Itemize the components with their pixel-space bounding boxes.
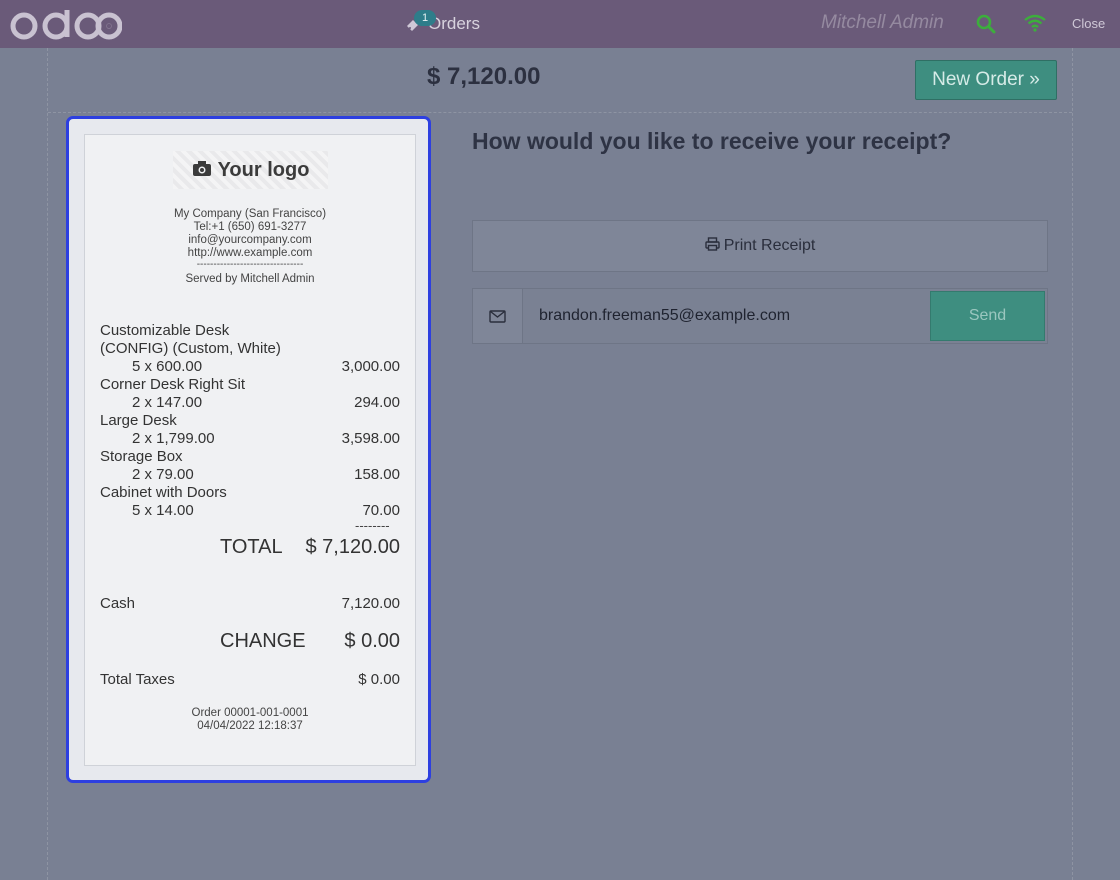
line-qty-price: 2 x 79.00: [132, 466, 194, 483]
company-name: My Company (San Francisco): [173, 208, 327, 220]
total-taxes: Total Taxes $ 0.00: [100, 671, 400, 688]
line-qty-price: 2 x 1,799.00: [132, 430, 215, 447]
line-qty-price: 2 x 147.00: [132, 394, 203, 411]
line-product-name: Cabinet with Doors: [100, 484, 227, 501]
print-icon: [705, 236, 724, 256]
total-label: TOTAL: [220, 536, 283, 558]
order-line: Customizable Desk (CONFIG) (Custom, Whit…: [100, 322, 400, 376]
order-info: Order 00001-001-0001 04/04/2022 12:18:37: [85, 707, 415, 733]
send-button[interactable]: Send: [930, 291, 1045, 341]
odoo-logo: [10, 4, 123, 49]
order-line: Large Desk 2 x 1,799.00 3,598.00: [100, 412, 400, 448]
email-receipt-group: Send: [472, 288, 1048, 344]
payment-amount: 7,120.00: [341, 595, 400, 612]
line-product-name: Storage Box: [100, 448, 183, 465]
line-product-name: Customizable Desk: [100, 322, 230, 339]
print-receipt-label: Print Receipt: [723, 237, 816, 254]
line-product-name: Large Desk: [100, 412, 177, 429]
wifi-icon[interactable]: [1023, 14, 1047, 37]
company-logo-placeholder: Your logo: [173, 151, 328, 189]
order-line: Storage Box 2 x 79.00 158.00: [100, 448, 400, 484]
order-line: Corner Desk Right Sit 2 x 147.00 294.00: [100, 376, 400, 412]
line-qty-price: 5 x 600.00: [132, 358, 203, 375]
orders-count-badge: 1: [414, 10, 436, 26]
cashier-name[interactable]: Mitchell Admin: [821, 12, 944, 34]
taxes-label: Total Taxes: [100, 671, 175, 688]
line-product-name: Corner Desk Right Sit: [100, 376, 246, 393]
order-total: $ 7,120.00: [427, 63, 541, 90]
line-amount: 3,000.00: [341, 358, 400, 375]
order-lines: Customizable Desk (CONFIG) (Custom, Whit…: [100, 322, 400, 520]
line-amount: 158.00: [354, 466, 400, 483]
total-separator: --------: [355, 518, 390, 533]
payment-method: Cash: [100, 595, 136, 612]
receipt-question: How would you like to receive your recei…: [472, 128, 952, 154]
receipt-screen-header: $ 7,120.00 New Order »: [48, 48, 1072, 113]
order-line: Cabinet with Doors 5 x 14.00 70.00: [100, 484, 400, 520]
line-product-variant: (CONFIG) (Custom, White): [100, 340, 281, 357]
receipt-total: TOTAL $ 7,120.00: [100, 536, 400, 562]
search-icon[interactable]: [976, 14, 996, 39]
company-email: info@yourcompany.com: [188, 234, 312, 246]
change-label: CHANGE: [220, 630, 306, 652]
line-amount: 294.00: [354, 394, 400, 411]
camera-icon: [192, 159, 212, 182]
payment-line: Cash 7,120.00: [100, 595, 400, 612]
logo-placeholder-text: Your logo: [217, 158, 310, 181]
top-navbar: Orders 1 Mitchell Admin Close: [0, 0, 1120, 48]
company-info: My Company (San Francisco) Tel:+1 (650) …: [85, 208, 415, 286]
taxes-value: $ 0.00: [358, 671, 400, 688]
pos-receipt: Your logo My Company (San Francisco) Tel…: [84, 134, 416, 766]
new-order-button[interactable]: New Order »: [915, 60, 1057, 100]
order-datetime: 04/04/2022 12:18:37: [197, 720, 303, 732]
order-reference: Order 00001-001-0001: [191, 707, 309, 719]
change-value: $ 0.00: [344, 630, 400, 652]
company-website: http://www.example.com: [187, 247, 313, 259]
served-by: Served by Mitchell Admin: [185, 273, 315, 285]
company-separator: --------------------------------: [196, 260, 304, 270]
total-value: $ 7,120.00: [305, 536, 400, 558]
company-phone: Tel:+1 (650) 691-3277: [193, 221, 307, 233]
close-button[interactable]: Close: [1072, 16, 1105, 31]
receipt-change: CHANGE $ 0.00: [100, 630, 400, 656]
receipt-container: Your logo My Company (San Francisco) Tel…: [66, 116, 431, 783]
envelope-icon: [473, 289, 523, 343]
line-qty-price: 5 x 14.00: [132, 502, 194, 519]
print-receipt-button[interactable]: Print Receipt: [472, 220, 1048, 272]
line-amount: 3,598.00: [341, 430, 400, 447]
